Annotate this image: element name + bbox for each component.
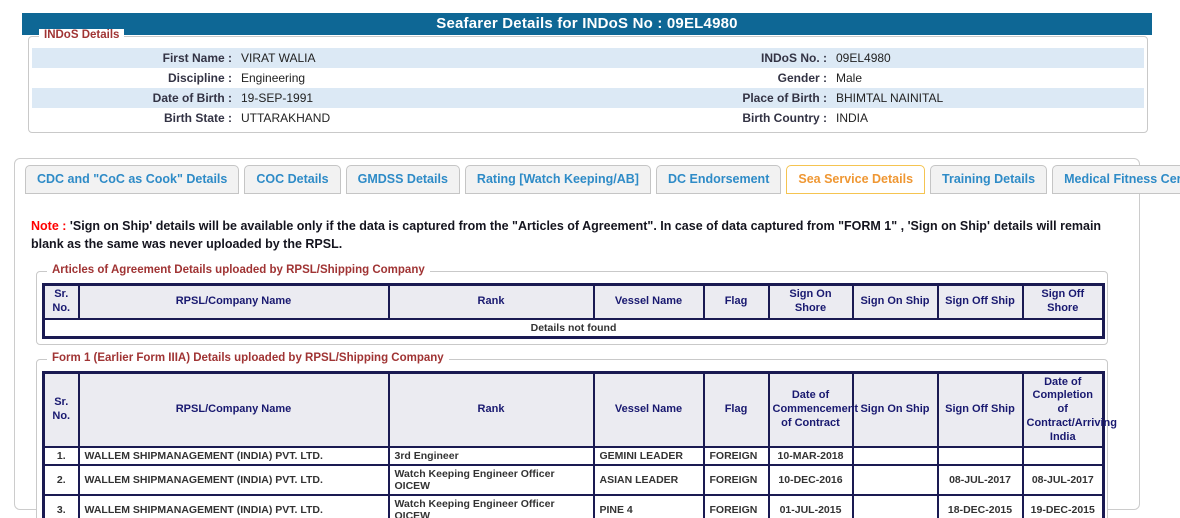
cell-sign-on-ship <box>851 464 939 497</box>
articles-header-rank: Rank <box>387 283 595 320</box>
articles-legend: Articles of Agreement Details uploaded b… <box>47 264 430 276</box>
cell-vessel: ASIAN LEADER <box>592 464 705 497</box>
articles-header-sign-on-ship: Sign On Ship <box>851 283 939 320</box>
cell-completion <box>1021 446 1105 467</box>
form1-header-sr-no: Sr. No. <box>42 370 80 449</box>
cell-company: WALLEM SHIPMANAGEMENT (INDIA) PVT. LTD. <box>77 446 390 467</box>
articles-header-sr-no: Sr. No. <box>42 283 80 320</box>
indos-details-legend: INDoS Details <box>39 29 125 41</box>
birth-state-value: UTTARAKHAND <box>241 111 331 125</box>
cell-commencement: 10-DEC-2016 <box>767 464 854 497</box>
gender-value: Male <box>836 71 863 85</box>
cell-rank: Watch Keeping Engineer Officer OICEW <box>387 464 595 497</box>
birth-state-label: Birth State : <box>163 111 232 125</box>
cell-sign-on-ship <box>851 494 939 518</box>
form1-header-flag: Flag <box>702 370 770 449</box>
cell-sign-on-ship <box>851 446 939 467</box>
place-of-birth-label: Place of Birth : <box>742 91 827 105</box>
cell-flag: FOREIGN <box>702 464 770 497</box>
cell-sign-off-ship: 08-JUL-2017 <box>936 464 1024 497</box>
cell-sr-no: 3. <box>42 494 80 518</box>
form1-header-row: Sr. No. RPSL/Company Name Rank Vessel Na… <box>42 370 1117 449</box>
tab-cdc-coc-cook-details[interactable]: CDC and "CoC as Cook" Details <box>25 165 240 194</box>
tab-training-details[interactable]: Training Details <box>930 165 1048 194</box>
tab-rating-watch-keeping[interactable]: Rating [Watch Keeping/AB] <box>464 165 651 194</box>
indos-row-discipline: Discipline : Engineering Gender : Male <box>32 68 1144 88</box>
date-of-birth-label: Date of Birth : <box>152 91 232 105</box>
articles-header-sign-off-shore: Sign Off Shore <box>1021 283 1105 320</box>
indos-no-label: INDoS No. : <box>761 51 827 65</box>
articles-header-vessel: Vessel Name <box>592 283 705 320</box>
form1-header-company: RPSL/Company Name <box>77 370 390 449</box>
cell-commencement: 01-JUL-2015 <box>767 494 854 518</box>
tab-bar: CDC and "CoC as Cook" Details COC Detail… <box>25 165 1180 194</box>
birth-country-value: INDIA <box>836 111 869 125</box>
tab-gmdss-details[interactable]: GMDSS Details <box>345 165 460 194</box>
place-of-birth-value: BHIMTAL NAINITAL <box>836 91 944 105</box>
articles-header-flag: Flag <box>702 283 770 320</box>
indos-row-birth: Date of Birth : 19-SEP-1991 Place of Bir… <box>32 88 1144 108</box>
cell-rank: 3rd Engineer <box>387 446 595 467</box>
note-text: 'Sign on Ship' details will be available… <box>31 219 1102 251</box>
birth-country-label: Birth Country : <box>742 111 827 125</box>
form1-row: 2. WALLEM SHIPMANAGEMENT (INDIA) PVT. LT… <box>42 464 1105 497</box>
articles-header-row: Sr. No. RPSL/Company Name Rank Vessel Na… <box>42 283 1105 320</box>
indos-no-value: 09EL4980 <box>836 51 891 65</box>
cell-company: WALLEM SHIPMANAGEMENT (INDIA) PVT. LTD. <box>77 494 390 518</box>
cell-company: WALLEM SHIPMANAGEMENT (INDIA) PVT. LTD. <box>77 464 390 497</box>
form1-header-sign-on-ship: Sign On Ship <box>851 370 939 449</box>
gender-label: Gender : <box>777 71 827 85</box>
form1-header-vessel: Vessel Name <box>592 370 705 449</box>
cell-sign-off-ship: 18-DEC-2015 <box>936 494 1024 518</box>
indos-row-name: First Name : VIRAT WALIA INDoS No. : 09E… <box>32 48 1144 68</box>
sign-on-ship-note: Note : 'Sign on Ship' details will be av… <box>31 218 1123 253</box>
form1-row: 1. WALLEM SHIPMANAGEMENT (INDIA) PVT. LT… <box>42 446 1105 467</box>
form1-header-completion: Date of Completion of Contract/Arriving … <box>1021 370 1117 449</box>
cell-completion: 19-DEC-2015 <box>1021 494 1105 518</box>
cell-flag: FOREIGN <box>702 446 770 467</box>
cell-vessel: GEMINI LEADER <box>592 446 705 467</box>
first-name-label: First Name : <box>162 51 232 65</box>
articles-table: Sr. No. RPSL/Company Name Rank Vessel Na… <box>42 283 1105 339</box>
cell-sr-no: 1. <box>42 446 80 467</box>
form1-header-rank: Rank <box>387 370 595 449</box>
form1-details-section: Form 1 (Earlier Form IIIA) Details uploa… <box>36 351 1117 518</box>
cell-flag: FOREIGN <box>702 494 770 518</box>
cell-vessel: PINE 4 <box>592 494 705 518</box>
indos-row-state: Birth State : UTTARAKHAND Birth Country … <box>32 108 1144 128</box>
discipline-value: Engineering <box>241 71 306 85</box>
articles-header-company: RPSL/Company Name <box>77 283 390 320</box>
date-of-birth-value: 19-SEP-1991 <box>241 91 314 105</box>
articles-empty-row: Details not found <box>42 317 1105 338</box>
tab-coc-details[interactable]: COC Details <box>244 165 341 194</box>
articles-of-agreement-section: Articles of Agreement Details uploaded b… <box>36 264 1108 345</box>
cell-rank: Watch Keeping Engineer Officer OICEW <box>387 494 595 518</box>
cell-commencement: 10-MAR-2018 <box>767 446 854 467</box>
first-name-value: VIRAT WALIA <box>241 51 316 65</box>
articles-header-sign-on-shore: Sign On Shore <box>767 283 854 320</box>
seafarer-tab-panel: CDC and "CoC as Cook" Details COC Detail… <box>14 158 1180 518</box>
form1-row: 3. WALLEM SHIPMANAGEMENT (INDIA) PVT. LT… <box>42 494 1105 518</box>
tab-medical-fitness-certificate[interactable]: Medical Fitness Certificate <box>1052 165 1180 194</box>
cell-completion: 08-JUL-2017 <box>1021 464 1105 497</box>
discipline-label: Discipline : <box>167 71 232 85</box>
form1-table: Sr. No. RPSL/Company Name Rank Vessel Na… <box>42 370 1117 518</box>
tab-sea-service-details[interactable]: Sea Service Details <box>786 165 926 194</box>
details-not-found-message: Details not found <box>42 317 1105 338</box>
note-prefix: Note : <box>31 219 67 233</box>
cell-sr-no: 2. <box>42 464 80 497</box>
page-title: Seafarer Details for INDoS No : 09EL4980 <box>22 13 1152 35</box>
form1-legend: Form 1 (Earlier Form IIIA) Details uploa… <box>47 351 449 364</box>
form1-header-commencement: Date of Commencement of Contract <box>767 370 858 449</box>
form1-header-sign-off-ship: Sign Off Ship <box>936 370 1024 449</box>
articles-header-sign-off-ship: Sign Off Ship <box>936 283 1024 320</box>
cell-sign-off-ship <box>936 446 1024 467</box>
tab-dc-endorsement[interactable]: DC Endorsement <box>655 165 782 194</box>
indos-details-section: INDoS Details First Name : VIRAT WALIA I… <box>28 29 1148 133</box>
